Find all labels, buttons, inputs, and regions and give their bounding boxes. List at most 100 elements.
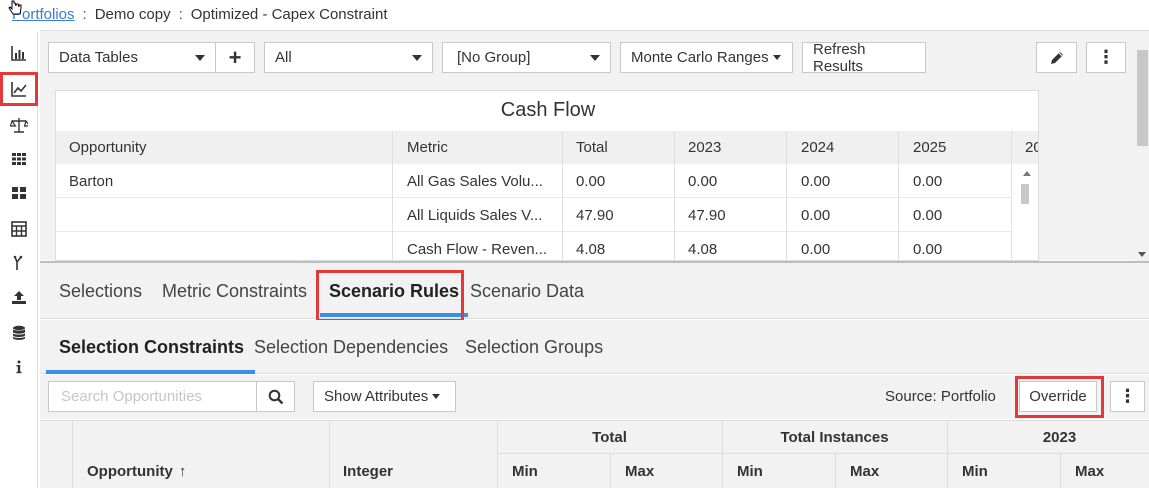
- scroll-up-arrow-icon[interactable]: [1023, 171, 1031, 176]
- nav-grid[interactable]: [0, 142, 38, 176]
- scroll-thumb[interactable]: [1021, 184, 1029, 204]
- caret-down-icon: [195, 55, 205, 61]
- cell-2024: 0.00: [801, 240, 831, 258]
- col-header-total[interactable]: Total: [576, 131, 676, 164]
- column-divider: [610, 453, 611, 488]
- col-header-2023-min[interactable]: Min: [962, 453, 988, 488]
- more-vertical-icon: ⋮: [1118, 386, 1137, 406]
- view-select[interactable]: Data Tables: [48, 42, 216, 73]
- cell-2024: 0.00: [801, 206, 831, 224]
- tab-scenario-data[interactable]: Scenario Data: [470, 263, 584, 319]
- subtab-selection-groups[interactable]: Selection Groups: [465, 320, 603, 374]
- tab-metric-constraints[interactable]: Metric Constraints: [162, 263, 307, 319]
- override-button[interactable]: Override: [1019, 381, 1097, 412]
- col-header-opportunity[interactable]: Opportunity ↑: [87, 453, 186, 488]
- col-header-opportunity[interactable]: Opportunity: [69, 131, 389, 164]
- line-chart-icon: [11, 82, 27, 97]
- group-select-value: [No Group]: [457, 49, 531, 66]
- filter-select-value: All: [275, 49, 292, 66]
- scroll-thumb[interactable]: [1137, 50, 1148, 146]
- nav-dashboard[interactable]: [0, 176, 38, 210]
- nav-calculator[interactable]: [0, 212, 38, 246]
- panel-vertical-scrollbar[interactable]: [1135, 42, 1149, 262]
- column-divider: [835, 453, 836, 488]
- cell-opportunity: [69, 198, 389, 232]
- cell-total: 4.08: [576, 240, 606, 258]
- search-input[interactable]: [48, 381, 257, 412]
- col-header-2026[interactable]: 20: [1025, 131, 1038, 164]
- subtab-selection-dependencies[interactable]: Selection Dependencies: [254, 320, 448, 374]
- nav-database[interactable]: [0, 316, 38, 350]
- cell-metric: All Gas Sales Volu...: [407, 172, 543, 190]
- edit-button[interactable]: [1036, 42, 1077, 73]
- group-select[interactable]: [No Group]: [442, 42, 611, 73]
- nav-scale[interactable]: [0, 108, 38, 142]
- nav-upload[interactable]: [0, 280, 38, 314]
- hand-cursor-icon: [8, 0, 22, 15]
- refresh-results-button[interactable]: Refresh Results: [802, 40, 926, 75]
- col-header-2023[interactable]: 2023: [688, 131, 788, 164]
- tab-scenario-rules[interactable]: Scenario Rules: [320, 263, 469, 319]
- caret-down-icon: [772, 55, 781, 60]
- column-divider: [1060, 453, 1061, 488]
- nav-bar-chart[interactable]: [0, 36, 38, 70]
- nav-line-chart[interactable]: [0, 72, 38, 106]
- col-header-opportunity-label: Opportunity: [87, 462, 173, 480]
- column-divider: [562, 131, 563, 260]
- nav-info[interactable]: [0, 350, 38, 384]
- col-header-2024[interactable]: 2024: [801, 131, 901, 164]
- upload-icon: [12, 291, 26, 304]
- scroll-down-arrow-icon[interactable]: [1138, 252, 1146, 257]
- nav-branch[interactable]: [0, 246, 38, 280]
- search-button[interactable]: [256, 381, 295, 412]
- main-tab-bar: Selections Metric Constraints Scenario R…: [40, 263, 1149, 319]
- branch-icon: [13, 255, 23, 270]
- cell-opportunity: Barton: [69, 172, 114, 190]
- toolbar-more-button[interactable]: ⋮: [1086, 42, 1126, 73]
- cell-metric: All Liquids Sales V...: [407, 206, 543, 224]
- cell-2025: 0.00: [913, 172, 943, 190]
- constraints-table-header: Total Total Instances 2023 Opportunity ↑…: [40, 420, 1149, 488]
- breadcrumb-separator: :: [178, 5, 183, 23]
- col-header-2025[interactable]: 2025: [913, 131, 1013, 164]
- cell-metric: Cash Flow - Reven...: [407, 240, 548, 258]
- add-button[interactable]: +: [215, 42, 255, 73]
- col-header-instances-min[interactable]: Min: [737, 453, 763, 488]
- caret-down-icon: [412, 55, 422, 61]
- dashboard-icon: [12, 187, 26, 199]
- left-nav: [0, 32, 38, 488]
- column-divider: [786, 131, 787, 260]
- col-header-total-min[interactable]: Min: [512, 453, 538, 488]
- breadcrumb-item-demo: Demo copy: [94, 5, 171, 23]
- subtab-selection-constraints[interactable]: Selection Constraints: [45, 320, 256, 374]
- tab-selections[interactable]: Selections: [59, 263, 142, 319]
- show-attributes-button[interactable]: Show Attributes: [313, 381, 456, 412]
- column-divider: [392, 131, 393, 260]
- col-header-instances-max[interactable]: Max: [850, 453, 879, 488]
- caret-down-icon: [432, 394, 441, 399]
- col-header-total-max[interactable]: Max: [625, 453, 654, 488]
- source-label: Source: Portfolio: [885, 388, 996, 405]
- monte-carlo-ranges-button[interactable]: Monte Carlo Ranges: [620, 42, 793, 73]
- col-header-integer[interactable]: Integer: [343, 453, 393, 488]
- breadcrumb-separator: :: [82, 5, 87, 23]
- breadcrumb: Portfolios : Demo copy : Optimized - Cap…: [0, 0, 1149, 28]
- cell-2024: 0.00: [801, 172, 831, 190]
- bar-chart-icon: [11, 46, 26, 61]
- view-select-value: Data Tables: [59, 49, 138, 66]
- group-header-total-instances: Total Instances: [780, 428, 889, 446]
- scale-icon: [10, 118, 28, 133]
- cell-2023: 0.00: [688, 172, 718, 190]
- table-row: All Liquids Sales V... 47.90 47.90 0.00 …: [56, 198, 1012, 232]
- refresh-results-label: Refresh Results: [813, 40, 866, 75]
- table-vertical-scrollbar[interactable]: [1011, 164, 1037, 260]
- table-row: Cash Flow - Reven... 4.08 4.08 0.00 0.00: [56, 232, 1012, 260]
- column-divider: [674, 131, 675, 260]
- cell-2025: 0.00: [913, 240, 943, 258]
- sub-tab-bar: Selection Constraints Selection Dependen…: [40, 320, 1149, 374]
- constraints-more-button[interactable]: ⋮: [1110, 381, 1145, 412]
- calculator-icon: [11, 221, 27, 237]
- col-header-2023-max[interactable]: Max: [1075, 453, 1104, 488]
- filter-select[interactable]: All: [264, 42, 433, 73]
- col-header-metric[interactable]: Metric: [407, 131, 567, 164]
